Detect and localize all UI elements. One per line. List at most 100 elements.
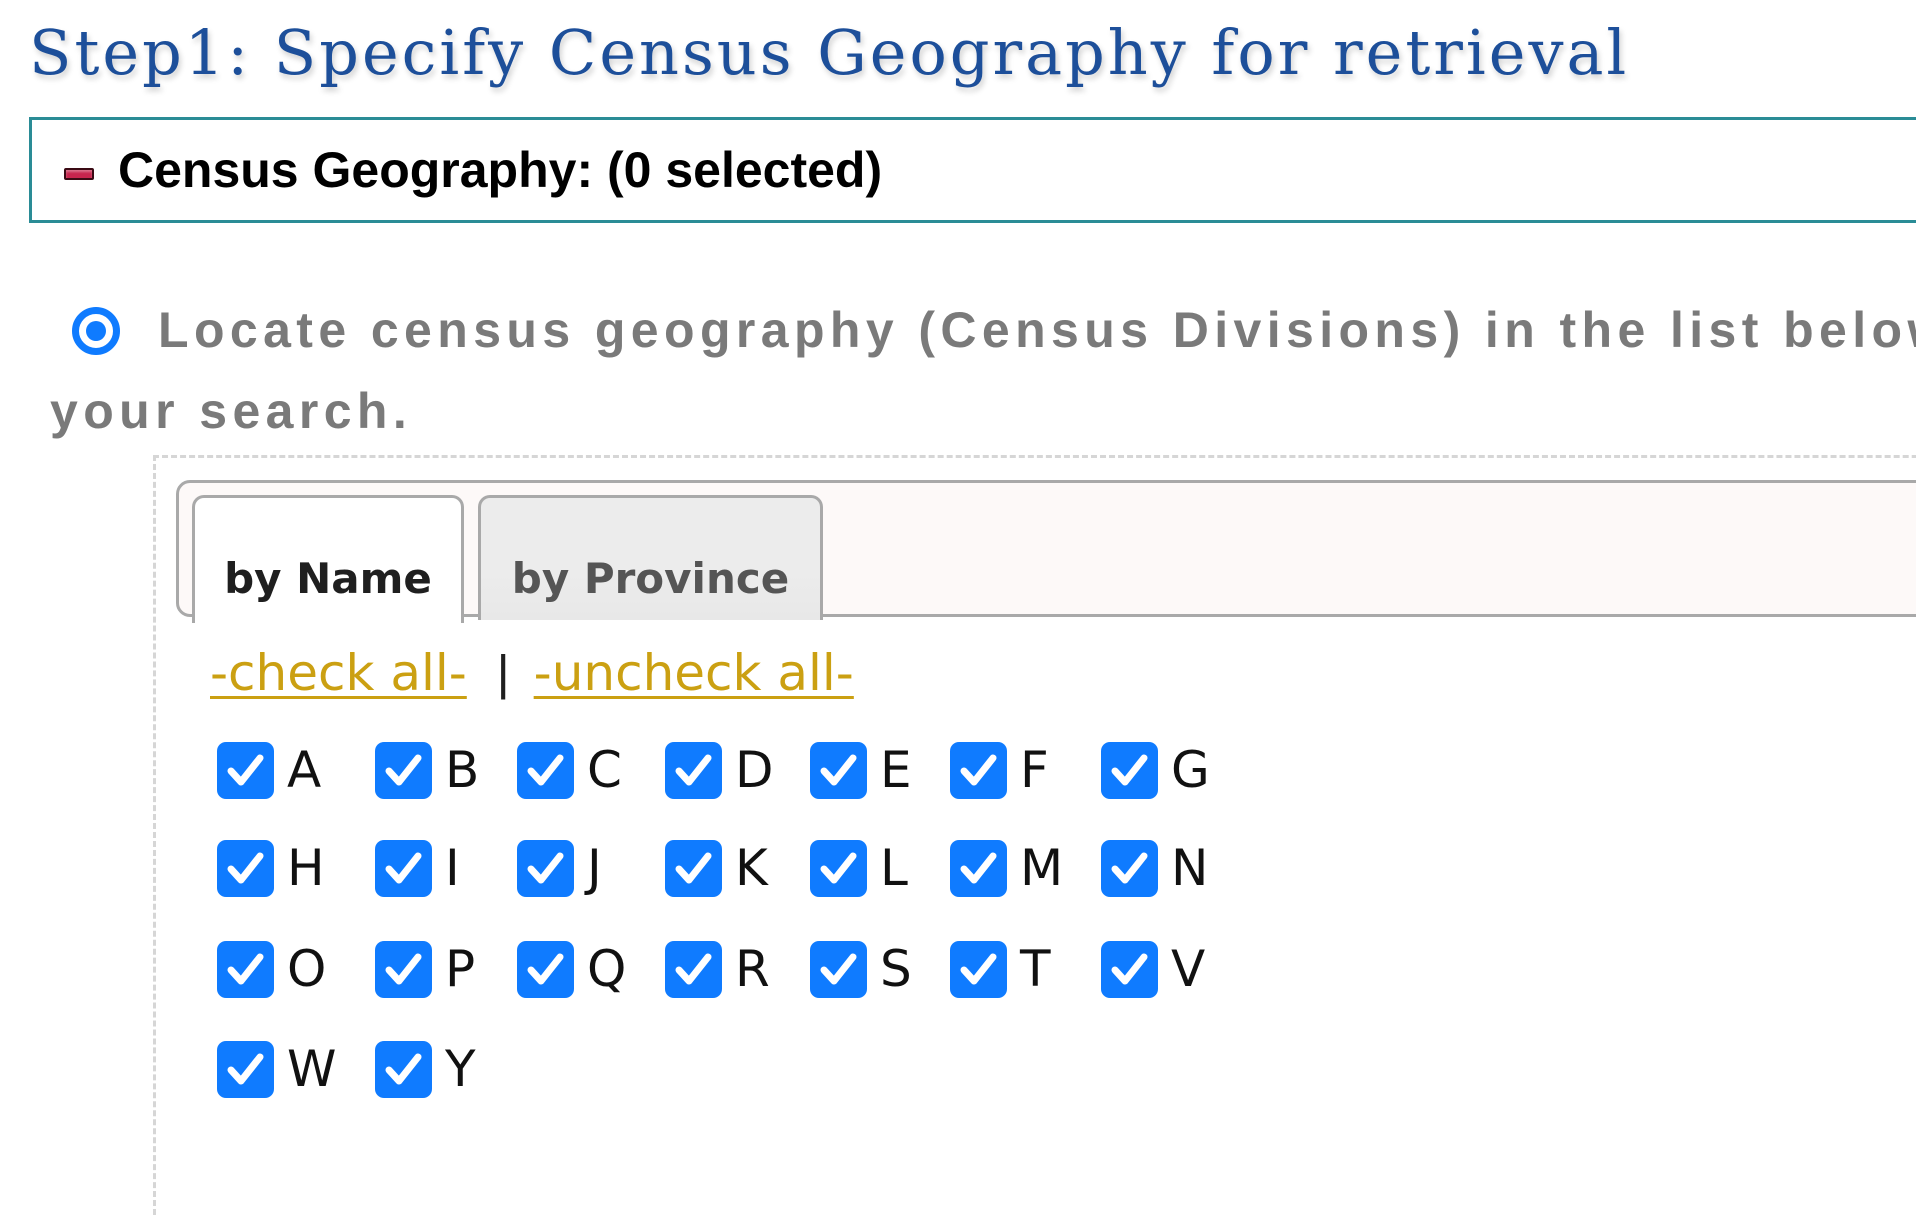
checkbox-n[interactable] [1101, 839, 1158, 897]
checkmark-icon [227, 754, 264, 785]
checkbox-j[interactable] [517, 839, 574, 897]
letter-checkbox-item[interactable]: D [665, 740, 774, 800]
letter-checkbox-item[interactable]: K [665, 838, 768, 898]
checkbox-l[interactable] [810, 839, 867, 897]
check-links-row: -check all- | -uncheck all- [210, 644, 854, 702]
checkmark-icon [1111, 953, 1148, 984]
checkbox-label: G [1171, 741, 1210, 799]
checkbox-label: C [587, 741, 622, 799]
checkbox-s[interactable] [810, 940, 867, 998]
letter-checkbox-item[interactable]: A [217, 740, 321, 800]
letter-checkbox-item[interactable]: G [1101, 740, 1210, 800]
uncheck-all-link[interactable]: -uncheck all- [534, 644, 854, 702]
checkbox-label: O [287, 940, 327, 998]
checkmark-icon [385, 1053, 422, 1084]
tab-by-name[interactable]: by Name [192, 495, 464, 623]
checkbox-label: E [880, 741, 912, 799]
checkbox-label: D [735, 741, 774, 799]
checkbox-label: F [1020, 741, 1049, 799]
census-geography-panel-header[interactable]: Census Geography: (0 selected) [29, 117, 1916, 223]
checkbox-label: A [287, 741, 322, 799]
checkmark-icon [960, 754, 997, 785]
letter-checkbox-item[interactable]: P [375, 939, 475, 999]
letter-checkbox-item[interactable]: S [810, 939, 912, 999]
checkbox-k[interactable] [665, 839, 722, 897]
link-separator: | [494, 646, 512, 700]
check-all-link[interactable]: -check all- [210, 644, 467, 702]
checkbox-label: I [445, 839, 460, 897]
checkbox-label: W [287, 1040, 337, 1098]
checkbox-g[interactable] [1101, 741, 1158, 799]
letter-checkbox-item[interactable]: Y [375, 1039, 476, 1099]
checkmark-icon [385, 852, 422, 883]
tab-by-province[interactable]: by Province [478, 495, 823, 620]
checkbox-label: J [587, 839, 602, 897]
checkbox-label: B [445, 741, 480, 799]
checkbox-label: R [735, 940, 770, 998]
checkbox-label: N [1171, 839, 1209, 897]
checkmark-icon [227, 852, 264, 883]
checkmark-icon [227, 1053, 264, 1084]
checkbox-w[interactable] [217, 1040, 274, 1098]
checkbox-v[interactable] [1101, 940, 1158, 998]
checkbox-f[interactable] [950, 741, 1007, 799]
checkmark-icon [527, 953, 564, 984]
tab-strip: by Name by Province [176, 480, 1916, 623]
checkbox-a[interactable] [217, 741, 274, 799]
letter-checkbox-item[interactable]: Q [517, 939, 626, 999]
checkbox-label: P [445, 940, 476, 998]
checkmark-icon [675, 953, 712, 984]
checkbox-r[interactable] [665, 940, 722, 998]
checkbox-e[interactable] [810, 741, 867, 799]
checkbox-b[interactable] [375, 741, 432, 799]
checkbox-label: S [880, 940, 912, 998]
checkbox-d[interactable] [665, 741, 722, 799]
minus-icon[interactable] [64, 168, 94, 180]
checkbox-o[interactable] [217, 940, 274, 998]
checkbox-label: H [287, 839, 325, 897]
letter-checkbox-item[interactable]: C [517, 740, 622, 800]
checkmark-icon [675, 754, 712, 785]
checkbox-i[interactable] [375, 839, 432, 897]
checkmark-icon [1111, 754, 1148, 785]
letter-checkbox-item[interactable]: W [217, 1039, 336, 1099]
checkbox-label: M [1020, 839, 1064, 897]
letter-checkbox-item[interactable]: H [217, 838, 325, 898]
letter-checkbox-item[interactable]: R [665, 939, 770, 999]
checkbox-m[interactable] [950, 839, 1007, 897]
letter-checkbox-item[interactable]: N [1101, 838, 1208, 898]
locate-option-label[interactable]: Locate census geography (Census Division… [50, 290, 1916, 452]
checkbox-label: L [880, 839, 908, 897]
locate-option-row: Locate census geography (Census Division… [0, 290, 1916, 460]
checkmark-icon [820, 754, 857, 785]
checkbox-t[interactable] [950, 940, 1007, 998]
letter-checkbox-item[interactable]: V [1101, 939, 1205, 999]
checkbox-p[interactable] [375, 940, 432, 998]
checkbox-q[interactable] [517, 940, 574, 998]
letter-checkbox-item[interactable]: J [517, 838, 602, 898]
letter-checkbox-item[interactable]: T [950, 939, 1051, 999]
checkmark-icon [1111, 852, 1148, 883]
checkmark-icon [820, 852, 857, 883]
checkbox-y[interactable] [375, 1040, 432, 1098]
letter-checkbox-item[interactable]: I [375, 838, 460, 898]
checkmark-icon [527, 852, 564, 883]
letter-checkbox-item[interactable]: O [217, 939, 326, 999]
checkbox-label: Q [587, 940, 627, 998]
checkbox-h[interactable] [217, 839, 274, 897]
letter-checkbox-item[interactable]: B [375, 740, 479, 800]
checkbox-c[interactable] [517, 741, 574, 799]
letter-checkbox-item[interactable]: L [810, 838, 908, 898]
checkmark-icon [385, 953, 422, 984]
letter-checkbox-item[interactable]: F [950, 740, 1049, 800]
letter-checkbox-item[interactable]: M [950, 838, 1063, 898]
letter-checkbox-item[interactable]: E [810, 740, 912, 800]
census-geography-label: Census Geography: (0 selected) [118, 142, 883, 198]
checkmark-icon [675, 852, 712, 883]
checkbox-label: V [1171, 940, 1206, 998]
checkmark-icon [960, 852, 997, 883]
checkbox-label: K [735, 839, 768, 897]
page-title: Step1: Specify Census Geography for retr… [29, 16, 1630, 89]
checkbox-label: T [1020, 940, 1051, 998]
checkbox-label: Y [445, 1040, 476, 1098]
